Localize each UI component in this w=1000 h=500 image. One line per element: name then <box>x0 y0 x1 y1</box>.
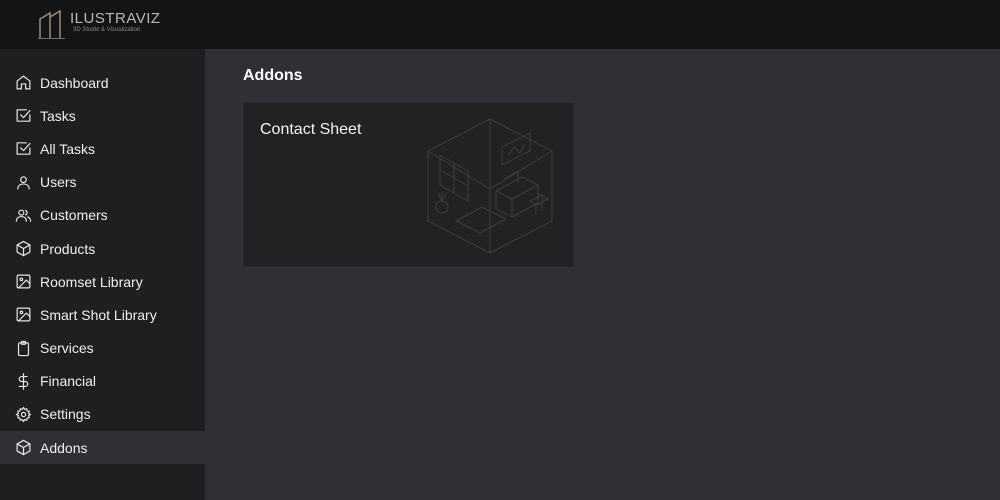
sidebar-item-label: Services <box>40 340 94 357</box>
sidebar-item-financial[interactable]: Financial <box>0 365 205 398</box>
image-icon <box>15 273 32 290</box>
check-square-icon <box>15 107 32 124</box>
sidebar-item-settings[interactable]: Settings <box>0 398 205 431</box>
sidebar-item-label: Addons <box>40 439 88 456</box>
page-title: Addons <box>243 67 303 84</box>
sidebar: Dashboard Tasks All Tasks Users Customer… <box>0 49 205 500</box>
isometric-room-icon <box>426 117 554 255</box>
sidebar-item-label: All Tasks <box>40 140 95 157</box>
sidebar-item-label: Settings <box>40 406 91 423</box>
sidebar-item-products[interactable]: Products <box>0 232 205 265</box>
sidebar-item-tasks[interactable]: Tasks <box>0 99 205 132</box>
sidebar-item-roomset-library[interactable]: Roomset Library <box>0 265 205 298</box>
sidebar-item-label: Products <box>40 240 96 257</box>
addon-card-contact-sheet[interactable]: Contact Sheet <box>243 102 574 267</box>
box-icon <box>15 439 32 456</box>
clipboard-icon <box>15 340 32 357</box>
sidebar-item-users[interactable]: Users <box>0 166 205 199</box>
sidebar-item-services[interactable]: Services <box>0 332 205 365</box>
sidebar-item-label: Customers <box>40 207 108 224</box>
image-icon <box>15 306 32 323</box>
brand-logo[interactable]: ILUSTRAVIZ 3D Studio & Visualization <box>38 9 161 41</box>
card-title: Contact Sheet <box>260 121 362 138</box>
sidebar-item-label: Tasks <box>40 107 76 124</box>
sidebar-item-all-tasks[interactable]: All Tasks <box>0 132 205 165</box>
users-icon <box>15 207 32 224</box>
main-content: Addons Contact Sheet <box>205 49 1000 500</box>
home-icon <box>15 74 32 91</box>
building-logo-icon <box>38 9 65 39</box>
gear-icon <box>15 406 32 423</box>
sidebar-item-label: Users <box>40 174 77 191</box>
top-bar: ILUSTRAVIZ 3D Studio & Visualization <box>0 0 1000 49</box>
dollar-icon <box>15 372 32 390</box>
sidebar-item-label: Dashboard <box>40 74 109 91</box>
brand-name: ILUSTRAVIZ <box>70 10 161 27</box>
sidebar-item-customers[interactable]: Customers <box>0 199 205 232</box>
sidebar-item-label: Roomset Library <box>40 273 143 290</box>
sidebar-item-label: Financial <box>40 373 97 390</box>
sidebar-item-label: Smart Shot Library <box>40 306 157 323</box>
sidebar-item-dashboard[interactable]: Dashboard <box>0 66 205 99</box>
sidebar-item-addons[interactable]: Addons <box>0 431 205 465</box>
check-square-icon <box>15 140 32 157</box>
user-icon <box>15 174 32 191</box>
sidebar-item-smart-shot-library[interactable]: Smart Shot Library <box>0 298 205 331</box>
brand-tagline: 3D Studio & Visualization <box>73 27 141 33</box>
box-icon <box>15 240 32 257</box>
